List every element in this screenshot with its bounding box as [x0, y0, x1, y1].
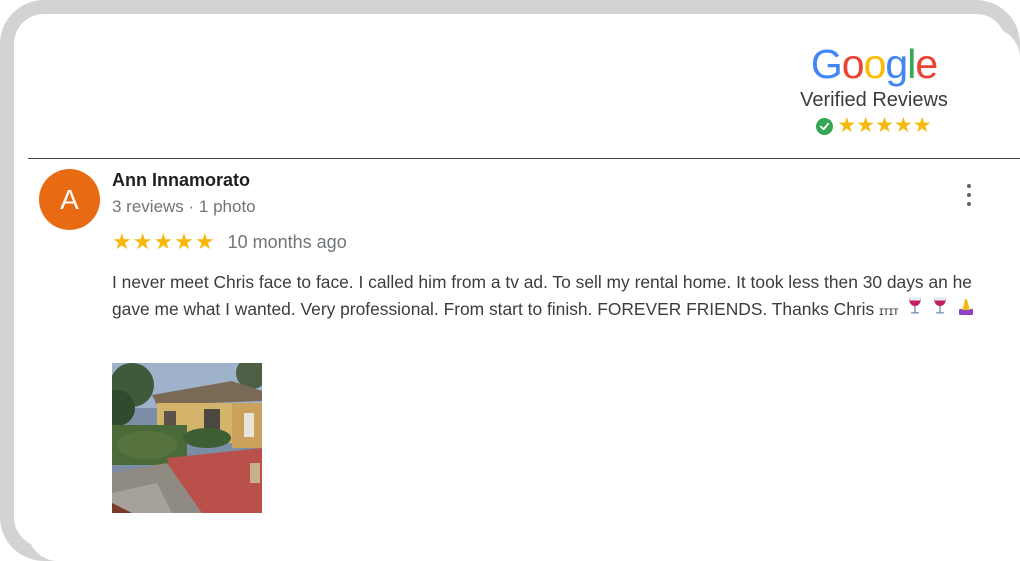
review-card: Google Verified Reviews ★★★★★ A Ann Inna…: [28, 28, 1020, 561]
author-name[interactable]: Ann Innamorato: [112, 170, 250, 191]
more-options-icon[interactable]: [960, 182, 978, 208]
card-frame: Google Verified Reviews ★★★★★ A Ann Inna…: [0, 0, 1020, 561]
badge-rating: ★★★★★: [776, 115, 972, 137]
verified-check-icon: [816, 117, 834, 135]
wine-glass-icon: [907, 296, 923, 324]
author-meta: 3 reviews · 1 photo: [112, 197, 256, 216]
wine-glass-icon: [932, 296, 948, 324]
review-photo[interactable]: [112, 363, 262, 513]
review-time: 10 months ago: [227, 231, 347, 252]
review-text: I never meet Chris face to face. I calle…: [112, 269, 1002, 325]
review-body-suffix: ɪᴛɪᴛ: [879, 304, 899, 318]
google-verified-badge: Google Verified Reviews ★★★★★: [776, 42, 972, 137]
badge-stars: ★★★★★: [837, 114, 932, 137]
review-stars: ★★★★★: [112, 229, 216, 254]
google-logo: Google: [810, 41, 938, 87]
praying-hands-icon: [957, 296, 975, 324]
review-rating-row: ★★★★★ 10 months ago: [112, 231, 347, 253]
badge-subtitle: Verified Reviews: [800, 89, 948, 111]
review-body: I never meet Chris face to face. I calle…: [112, 272, 972, 319]
avatar-initial: A: [60, 183, 79, 215]
header-divider: [28, 158, 1020, 159]
avatar[interactable]: A: [39, 169, 100, 230]
